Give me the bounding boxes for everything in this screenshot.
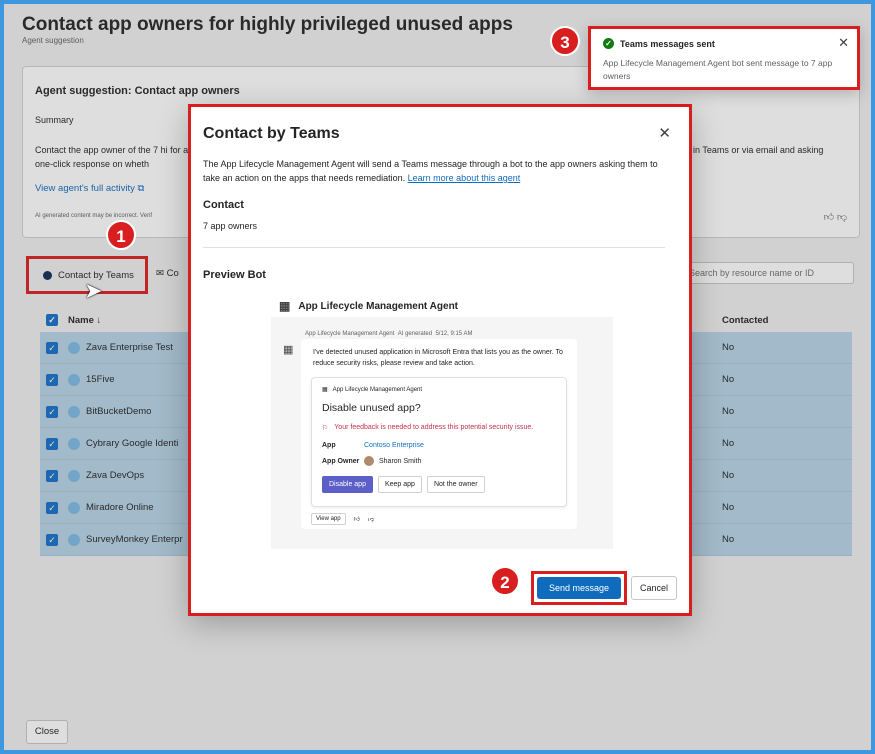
bot-icon: ▦ [279,299,291,313]
divider [203,247,665,248]
checkmark-icon: ✓ [603,38,614,49]
avatar [364,456,374,466]
toast-title: ✓ Teams messages sent [603,38,715,49]
message-sender: App Lifecycle Management Agent [305,331,395,337]
message-text: I've detected unused application in Micr… [313,349,563,367]
bot-icon: ▦ [322,387,328,393]
thumbs-up-icon[interactable]: 👍︎ [354,515,360,523]
message-time: 5/12, 9:15 AM [435,331,473,337]
ai-tag: AI generated [397,331,433,337]
bot-avatar-icon: ▦ [283,344,294,356]
message-bubble: I've detected unused application in Micr… [301,339,577,529]
step-badge-3: 3 [550,26,580,56]
card-warning: ⚐ Your feedback is needed to address thi… [322,424,533,432]
message-meta: App Lifecycle Management Agent AI genera… [305,331,472,337]
dialog-description: The App Lifecycle Management Agent will … [203,157,673,185]
contact-label: Contact [203,199,244,211]
close-icon[interactable]: ✕ [838,35,849,51]
owner-row: App Owner Sharon Smith [322,456,421,466]
close-icon[interactable]: ✕ [658,124,671,142]
send-highlight: Send message [531,571,627,605]
contact-by-teams-dialog: Contact by Teams ✕ The App Lifecycle Man… [188,104,692,616]
keep-app-button[interactable]: Keep app [377,476,422,493]
card-header-label: App Lifecycle Management Agent [332,386,423,393]
cancel-button[interactable]: Cancel [631,576,677,600]
mouse-cursor-icon: ➤ [84,278,103,303]
preview-bot-label: Preview Bot [203,269,266,281]
app-key: App [322,442,336,449]
bot-name-label: App Lifecycle Management Agent [298,300,459,312]
card-warning-text: Your feedback is needed to address this … [334,424,534,431]
dialog-title: Contact by Teams [203,125,340,142]
app-value-link[interactable]: Contoso Enterprise [364,442,424,449]
learn-more-link[interactable]: Learn more about this agent [408,173,521,183]
step-badge-2: 2 [490,566,520,596]
toast-title-text: Teams messages sent [620,38,715,49]
owner-key: App Owner [322,457,360,465]
card-header: ▦ App Lifecycle Management Agent [322,386,423,394]
disable-app-button[interactable]: Disable app [322,476,373,493]
flag-icon: ⚐ [322,425,329,432]
card-actions: Disable app Keep app Not the owner [322,476,485,493]
toast-body: App Lifecycle Management Agent bot sent … [603,58,833,81]
not-owner-button[interactable]: Not the owner [426,476,485,493]
adaptive-card: ▦ App Lifecycle Management Agent Disable… [311,377,567,507]
thumbs-down-icon[interactable]: 👎︎ [368,515,374,523]
card-title: Disable unused app? [322,402,421,414]
bot-name: ▦ App Lifecycle Management Agent [279,299,458,313]
success-toast: ✓ Teams messages sent ✕ App Lifecycle Ma… [588,26,860,90]
step-badge-1: 1 [106,220,136,250]
send-message-button[interactable]: Send message [537,577,621,599]
view-app-button[interactable]: View app [311,513,346,525]
owner-value: Sharon Smith [379,457,422,465]
app-row: App Contoso Enterprise [322,442,424,449]
app-window: Contact app owners for highly privileged… [4,4,871,750]
contact-value: 7 app owners [203,221,258,231]
message-actions: View app 👍︎ 👎︎ [311,513,374,525]
